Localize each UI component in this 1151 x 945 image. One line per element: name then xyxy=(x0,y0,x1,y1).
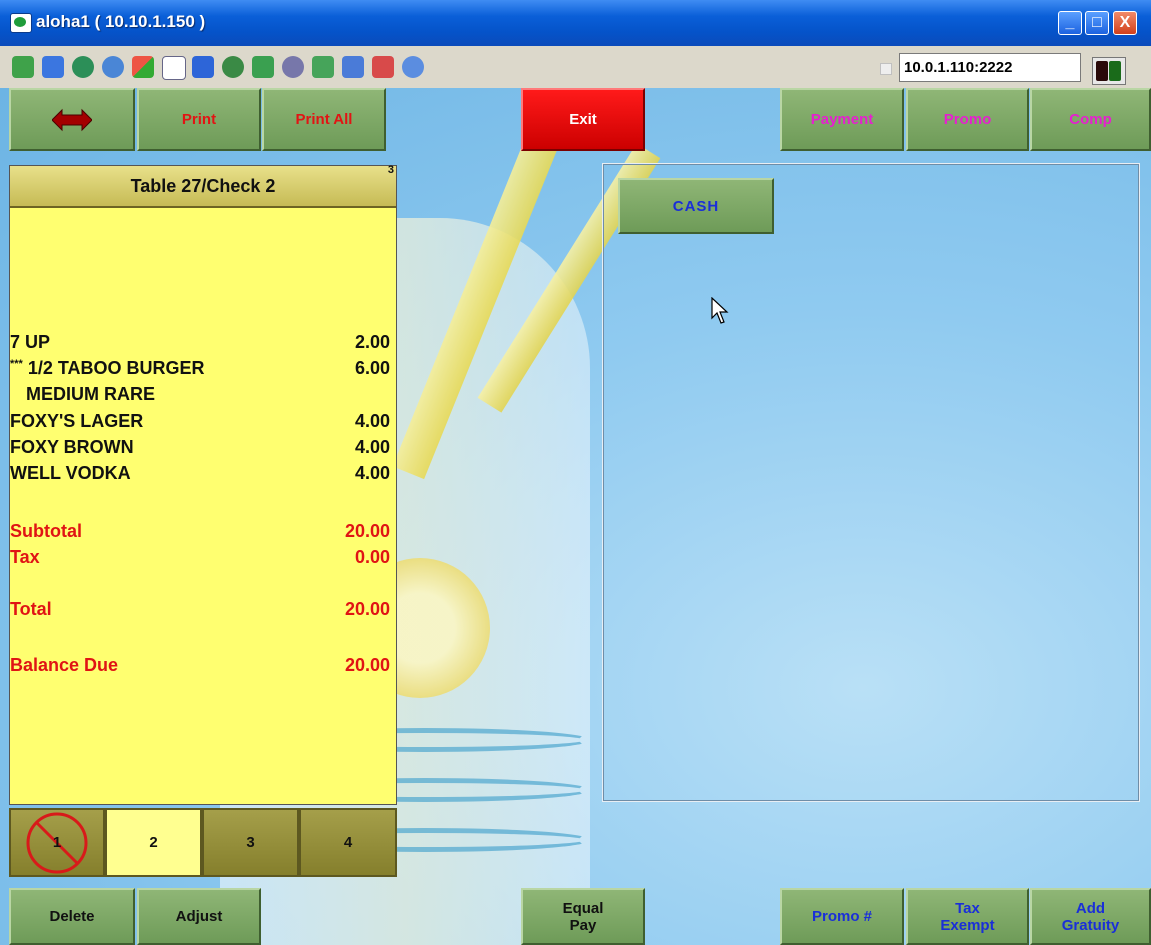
total-row: Total 20.00 xyxy=(10,599,390,620)
cycle-icon[interactable] xyxy=(12,56,34,78)
subtotal-label: Subtotal xyxy=(10,521,82,541)
transfer-icon[interactable] xyxy=(252,56,274,78)
equal-pay-label-2: Pay xyxy=(569,916,597,934)
maximize-icon: □ xyxy=(1092,14,1102,31)
refresh-icon[interactable] xyxy=(102,56,124,78)
item-amount: 2.00 xyxy=(354,332,390,352)
info-icon[interactable] xyxy=(192,56,214,78)
tax-exempt-label-2: Exempt xyxy=(940,916,995,934)
screen-capture-icon[interactable] xyxy=(342,56,364,78)
check-header: Table 27/Check 2 xyxy=(10,166,396,208)
mouse-pointer-icon xyxy=(711,297,729,324)
app-eye-icon xyxy=(10,13,32,33)
item-modifier[interactable]: MEDIUM RARE xyxy=(26,384,155,405)
minimize-icon: _ xyxy=(1065,14,1075,31)
item-name: 1/2 TABOO BURGER xyxy=(22,358,205,378)
tax-row: Tax 0.00 xyxy=(10,547,390,568)
comp-button[interactable]: Comp xyxy=(1030,88,1151,151)
seat-label: 1 xyxy=(52,834,62,851)
promo-number-button[interactable]: Promo # xyxy=(780,888,904,945)
tax-value: 0.00 xyxy=(354,547,390,567)
item-amount: 4.00 xyxy=(354,437,390,457)
seat-tab-4[interactable]: 4 xyxy=(299,808,397,877)
print-button[interactable]: Print xyxy=(137,88,261,151)
item-name: FOXY'S LAGER xyxy=(10,411,144,431)
close-icon: X xyxy=(1119,14,1131,31)
close-window-button[interactable]: X xyxy=(1113,11,1137,35)
check-item-row[interactable]: 7 UP 2.00 xyxy=(10,332,390,353)
exit-button[interactable]: Exit xyxy=(521,88,645,151)
item-amount: 4.00 xyxy=(354,411,390,431)
item-amount: 4.00 xyxy=(354,463,390,483)
item-name: 7 UP xyxy=(10,332,51,352)
tax-exempt-label-1: Tax xyxy=(955,899,980,917)
seat-label: 4 xyxy=(343,834,353,851)
add-gratuity-label-2: Gratuity xyxy=(1061,916,1120,934)
equal-pay-button[interactable]: Equal Pay xyxy=(521,888,645,945)
server-address-field[interactable]: 10.0.1.110:2222 xyxy=(899,53,1081,82)
print-all-button[interactable]: Print All xyxy=(262,88,386,151)
item-prefix: *** xyxy=(10,358,23,370)
window-icon[interactable] xyxy=(42,56,64,78)
seat-tab-3[interactable]: 3 xyxy=(202,808,299,877)
total-label: Total xyxy=(10,599,52,619)
payment-button[interactable]: Payment xyxy=(780,88,904,151)
item-amount: 6.00 xyxy=(354,358,390,378)
promo-button[interactable]: Promo xyxy=(906,88,1029,151)
balance-due-label: Balance Due xyxy=(10,655,119,675)
check-corner-number: 3 xyxy=(387,164,394,176)
add-gratuity-label-1: Add xyxy=(1075,899,1106,917)
adjust-button[interactable]: Adjust xyxy=(137,888,261,945)
check-item-row[interactable]: FOXY'S LAGER 4.00 xyxy=(10,411,390,432)
tools-icon[interactable] xyxy=(282,56,304,78)
guest-check-panel: Table 27/Check 2 3 7 UP 2.00 *** 1/2 TAB… xyxy=(9,164,397,805)
connection-indicator-icon xyxy=(880,63,892,75)
maximize-button[interactable]: □ xyxy=(1085,11,1109,35)
screen-target-icon[interactable] xyxy=(372,56,394,78)
sync-icon[interactable] xyxy=(312,56,334,78)
balance-due-row: Balance Due 20.00 xyxy=(10,655,390,676)
item-name: WELL VODKA xyxy=(10,463,131,483)
seat-tab-2[interactable]: 2 xyxy=(105,808,202,877)
payment-methods-panel xyxy=(602,163,1140,802)
subtotal-value: 20.00 xyxy=(344,521,390,541)
check-item-row[interactable]: WELL VODKA 4.00 xyxy=(10,463,390,484)
globe-icon[interactable] xyxy=(72,56,94,78)
back-arrow-button[interactable] xyxy=(9,88,135,151)
seat-tab-1[interactable]: 1 xyxy=(9,808,105,877)
abc-icon[interactable] xyxy=(162,56,186,80)
delete-button[interactable]: Delete xyxy=(9,888,135,945)
balance-due-value: 20.00 xyxy=(344,655,390,675)
cash-button[interactable]: CASH xyxy=(618,178,774,234)
tax-label: Tax xyxy=(10,547,40,567)
seat-label: 2 xyxy=(149,834,158,851)
subtotal-row: Subtotal 20.00 xyxy=(10,521,390,542)
check-item-row[interactable]: FOXY BROWN 4.00 xyxy=(10,437,390,458)
add-gratuity-button[interactable]: Add Gratuity xyxy=(1030,888,1151,945)
search-icon[interactable] xyxy=(402,56,424,78)
traffic-light-icon xyxy=(1092,57,1126,85)
disconnect-icon[interactable] xyxy=(222,56,244,78)
equal-pay-label-1: Equal xyxy=(562,899,604,917)
windows-logo-icon[interactable] xyxy=(132,56,154,78)
tax-exempt-button[interactable]: Tax Exempt xyxy=(906,888,1029,945)
check-item-row[interactable]: *** 1/2 TABOO BURGER 6.00 xyxy=(10,358,390,379)
seat-label: 3 xyxy=(246,834,255,851)
total-value: 20.00 xyxy=(344,599,390,619)
minimize-button[interactable]: _ xyxy=(1058,11,1082,35)
item-name: FOXY BROWN xyxy=(10,437,134,457)
window-title: aloha1 ( 10.10.1.150 ) xyxy=(36,12,206,31)
window-title-bar: aloha1 ( 10.10.1.150 ) _ □ X xyxy=(0,0,1151,46)
double-arrow-icon xyxy=(52,108,92,131)
